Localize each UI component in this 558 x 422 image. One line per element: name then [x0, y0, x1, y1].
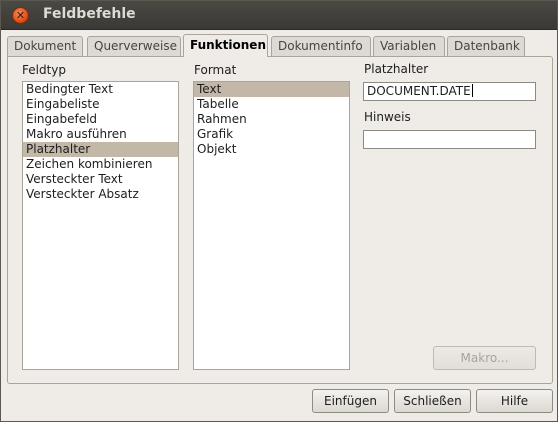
list-item[interactable]: Bedingter Text [23, 82, 178, 97]
platzhalter-value: DOCUMENT.DATE [367, 84, 471, 98]
list-item[interactable]: Grafik [194, 127, 349, 142]
platzhalter-label: Platzhalter [364, 62, 429, 76]
list-item[interactable]: Platzhalter [23, 142, 178, 157]
platzhalter-field[interactable]: DOCUMENT.DATE [363, 82, 536, 101]
format-list[interactable]: Text Tabelle Rahmen Grafik Objekt [193, 81, 350, 370]
tab-variablen[interactable]: Variablen [373, 36, 445, 56]
feldtyp-list[interactable]: Bedingter Text Eingabeliste Eingabefeld … [22, 81, 179, 370]
format-label: Format [194, 63, 237, 77]
text-caret [471, 84, 473, 97]
makro-button[interactable]: Makro... [433, 346, 536, 370]
hinweis-label: Hinweis [364, 110, 411, 124]
tab-funktionen[interactable]: Funktionen [183, 34, 268, 57]
close-icon[interactable]: ✕ [12, 7, 29, 24]
list-item[interactable]: Tabelle [194, 97, 349, 112]
tab-dokumentinfo[interactable]: Dokumentinfo [271, 36, 371, 56]
list-item[interactable]: Eingabeliste [23, 97, 178, 112]
list-item[interactable]: Makro ausführen [23, 127, 178, 142]
list-item[interactable]: Zeichen kombinieren [23, 157, 178, 172]
dialog-window: ✕ Feldbefehle Dokument Querverweise Funk… [0, 0, 558, 422]
hinweis-field[interactable] [363, 130, 536, 149]
title-bar: ✕ Feldbefehle [1, 1, 557, 30]
einfuegen-button[interactable]: Einfügen [312, 389, 389, 413]
schliessen-button[interactable]: Schließen [394, 389, 471, 413]
list-item[interactable]: Rahmen [194, 112, 349, 127]
list-item[interactable]: Versteckter Absatz [23, 187, 178, 202]
tab-dokument[interactable]: Dokument [7, 36, 83, 56]
tab-datenbank[interactable]: Datenbank [447, 36, 525, 56]
feldtyp-label: Feldtyp [22, 63, 67, 77]
list-item[interactable]: Eingabefeld [23, 112, 178, 127]
window-title: Feldbefehle [43, 6, 136, 22]
list-item[interactable]: Text [194, 82, 349, 97]
tab-querverweise[interactable]: Querverweise [87, 36, 181, 56]
hilfe-button[interactable]: Hilfe [476, 389, 553, 413]
tab-bar: Dokument Querverweise Funktionen Dokumen… [7, 34, 553, 57]
list-item[interactable]: Versteckter Text [23, 172, 178, 187]
list-item[interactable]: Objekt [194, 142, 349, 157]
